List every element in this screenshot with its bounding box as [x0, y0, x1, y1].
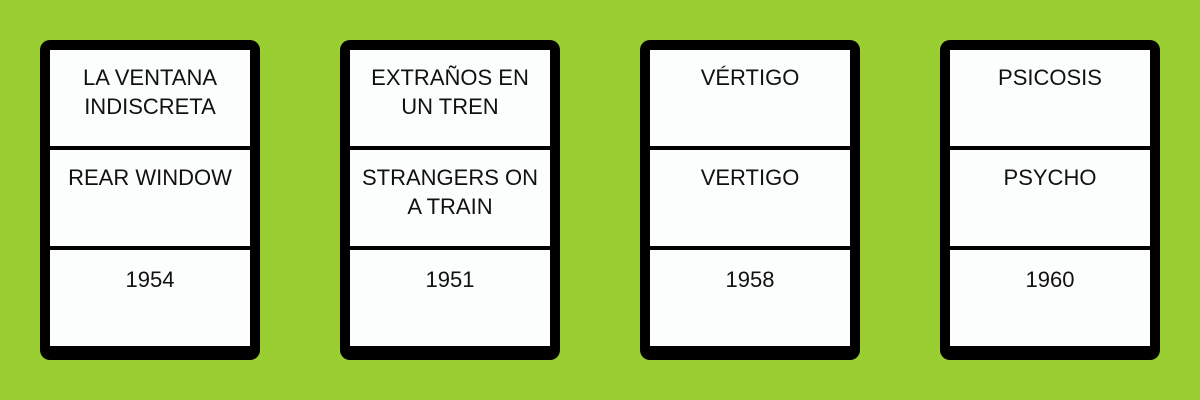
movie-card: EXTRAÑOS EN UN TREN STRANGERS ON A TRAIN… — [340, 40, 560, 360]
english-title: REAR WINDOW — [50, 150, 250, 246]
spanish-title: PSICOSIS — [950, 50, 1150, 146]
english-title: VERTIGO — [650, 150, 850, 246]
release-year: 1960 — [950, 250, 1150, 346]
release-year: 1958 — [650, 250, 850, 346]
spanish-title: LA VENTANA INDISCRETA — [50, 50, 250, 146]
release-year: 1951 — [350, 250, 550, 346]
spanish-title: EXTRAÑOS EN UN TREN — [350, 50, 550, 146]
english-title: PSYCHO — [950, 150, 1150, 246]
release-year: 1954 — [50, 250, 250, 346]
movie-card: PSICOSIS PSYCHO 1960 — [940, 40, 1160, 360]
page: { "cards": [ { "spanish_title": "LA VENT… — [0, 0, 1200, 400]
spanish-title: VÉRTIGO — [650, 50, 850, 146]
movie-card: LA VENTANA INDISCRETA REAR WINDOW 1954 — [40, 40, 260, 360]
movie-card: VÉRTIGO VERTIGO 1958 — [640, 40, 860, 360]
english-title: STRANGERS ON A TRAIN — [350, 150, 550, 246]
